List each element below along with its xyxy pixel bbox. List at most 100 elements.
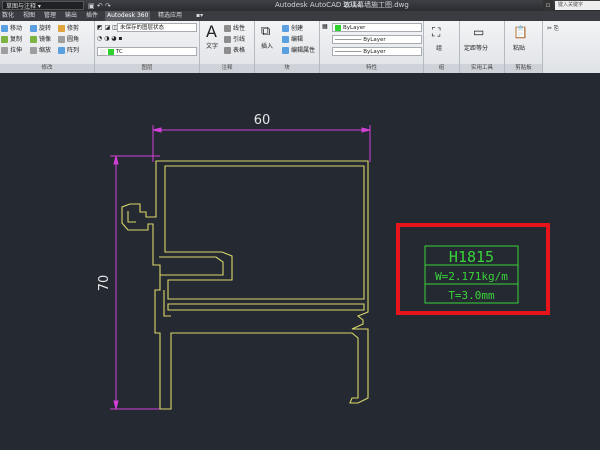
group-layers: ◩ ◪ ◫ 未保存的图层状态 ◔ ◑ ◕ ▪ TC 图层: [95, 21, 200, 73]
color-dropdown[interactable]: ByLayer: [332, 23, 422, 32]
dim-width-arrow-left: [152, 127, 162, 133]
workspace-dropdown[interactable]: 草图与注释 ▾: [2, 1, 84, 10]
profile-outer-outline: [121, 160, 369, 410]
create-block-button[interactable]: 创建: [282, 25, 303, 33]
table-icon: [224, 47, 231, 54]
dim-width-arrow-right: [361, 127, 371, 133]
scale-button[interactable]: 缩放: [30, 47, 51, 55]
group-annotation: A 文字 线性 引线 表格 注释: [200, 21, 255, 73]
dim-width-text: 60: [254, 113, 271, 128]
color-swatch: [335, 24, 341, 31]
array-button[interactable]: 阵列: [58, 47, 79, 55]
group-label-modify[interactable]: 修改: [0, 64, 94, 73]
dim-height-text: 70: [97, 275, 112, 292]
leader-button[interactable]: 引线: [224, 36, 245, 44]
paste-icon[interactable]: 📋: [513, 24, 528, 40]
dim-height-arrow-bottom: [113, 400, 119, 410]
ribbon-tabs: 数化 视图 管理 输出 插件 Autodesk 360 精选应用 ▪▾: [0, 11, 600, 21]
layer-color-swatch: [108, 48, 114, 55]
stretch-icon: [1, 47, 8, 54]
measure-icon[interactable]: ▭: [473, 24, 484, 40]
create-block-icon: [282, 25, 289, 32]
ribbon-options-icon[interactable]: ▪▾: [196, 11, 203, 21]
group-label-properties[interactable]: 特性: [320, 64, 423, 73]
ribbon-panel: 移动 旋转 修剪 复制 镜像 圆角 拉伸 缩放 阵列 修改 ◩ ◪ ◫ 未保存的…: [0, 21, 600, 74]
profile-lower-chamber: [167, 303, 365, 311]
group-modify: 移动 旋转 修剪 复制 镜像 圆角 拉伸 缩放 阵列 修改: [0, 21, 95, 73]
edit-attributes-icon: [282, 47, 289, 54]
tab-manage[interactable]: 管理: [44, 11, 56, 21]
cut-icon[interactable]: ✂ ⎘: [547, 25, 559, 33]
group-clipboard: 📋 粘贴 剪贴板: [505, 21, 543, 73]
undo-icon[interactable]: ↶: [97, 2, 103, 10]
leader-icon: [224, 36, 231, 43]
group-extra: ✂ ⎘: [543, 21, 600, 73]
layer-state-dropdown[interactable]: 未保存的图层状态: [117, 23, 197, 32]
lineweight-dropdown[interactable]: ──────── ByLayer: [332, 35, 422, 44]
edit-block-icon: [282, 36, 289, 43]
group-label-clipboard[interactable]: 剪贴板: [505, 64, 542, 73]
group-label-block[interactable]: 块: [255, 64, 319, 73]
linear-dim-button[interactable]: 线性: [224, 25, 245, 33]
group-groups: ⛶ 组 组: [424, 21, 460, 73]
group-properties: ▦ ByLayer ──────── ByLayer ──────── ByLa…: [320, 21, 424, 73]
window-control-icon[interactable]: ▫: [543, 0, 553, 11]
match-properties-icon[interactable]: ▦: [322, 23, 328, 31]
profile-hook-inner: [127, 211, 136, 223]
layer-properties-icon[interactable]: ◩ ◪ ◫: [97, 24, 118, 32]
dim-height-arrow-top: [113, 155, 119, 165]
search-input[interactable]: 键入关键字: [555, 1, 600, 10]
group-label-utilities[interactable]: 实用工具: [460, 64, 504, 73]
trim-button[interactable]: 修剪: [58, 25, 79, 33]
group-label-annotation[interactable]: 注释: [200, 64, 254, 73]
paste-button[interactable]: 粘贴: [513, 45, 525, 53]
group-button[interactable]: 组: [436, 45, 442, 53]
tab-output[interactable]: 输出: [65, 11, 77, 21]
measure-button[interactable]: 定距等分: [464, 45, 488, 53]
rotate-icon: [30, 25, 37, 32]
group-tool-icon[interactable]: ⛶: [432, 24, 440, 40]
highlight-box: [396, 223, 550, 315]
copy-button[interactable]: 复制: [1, 36, 22, 44]
layer-dropdown[interactable]: TC: [97, 47, 197, 56]
edit-block-button[interactable]: 编辑: [282, 36, 303, 44]
trim-icon: [58, 25, 65, 32]
lightbulb-icon: [100, 48, 106, 55]
text-tool-icon[interactable]: A: [206, 24, 217, 40]
tab-view[interactable]: 视图: [23, 11, 35, 21]
linear-dim-icon: [224, 25, 231, 32]
redo-icon[interactable]: ↷: [105, 2, 111, 10]
mirror-button[interactable]: 镜像: [30, 36, 51, 44]
table-button[interactable]: 表格: [224, 47, 245, 55]
group-utilities: ▭ 定距等分 实用工具: [460, 21, 505, 73]
profile-inner-chamber: [164, 165, 365, 300]
tab-plugins[interactable]: 插件: [86, 11, 98, 21]
layer-tools-icon[interactable]: ◔ ◑ ◕ ▪: [97, 35, 123, 43]
insert-button[interactable]: 插入: [261, 43, 273, 51]
workspace-label: 草图与注释: [6, 3, 37, 10]
group-label-layers[interactable]: 图层: [95, 64, 199, 73]
mirror-icon: [30, 36, 37, 43]
array-icon: [58, 47, 65, 54]
tab-digitize[interactable]: 数化: [2, 11, 14, 21]
group-block: ⧉ 插入 创建 编辑 编辑属性 块: [255, 21, 320, 73]
move-button[interactable]: 移动: [1, 25, 22, 33]
title-bar: 草图与注释 ▾ ▣ ↶ ↷ Autodesk AutoCAD 2014 玻璃幕墙…: [0, 0, 600, 11]
fillet-button[interactable]: 圆角: [58, 36, 79, 44]
insert-block-icon[interactable]: ⧉: [261, 24, 270, 40]
rotate-button[interactable]: 旋转: [30, 25, 51, 33]
tab-featured-apps[interactable]: 精选应用: [158, 11, 182, 21]
move-icon: [1, 25, 8, 32]
scale-icon: [30, 47, 37, 54]
fillet-icon: [58, 36, 65, 43]
edit-attributes-button[interactable]: 编辑属性: [282, 47, 315, 55]
save-icon[interactable]: ▣: [88, 2, 95, 10]
group-label-groups[interactable]: 组: [424, 64, 459, 73]
linetype-dropdown[interactable]: ──────── ByLayer: [332, 47, 422, 56]
profile-left-notch: [159, 256, 224, 276]
tab-autodesk-360[interactable]: Autodesk 360: [105, 11, 151, 21]
copy-icon: [1, 36, 8, 43]
text-button[interactable]: 文字: [206, 43, 218, 51]
stretch-button[interactable]: 拉伸: [1, 47, 22, 55]
file-name: 玻璃幕墙施工图.dwg: [343, 1, 409, 9]
